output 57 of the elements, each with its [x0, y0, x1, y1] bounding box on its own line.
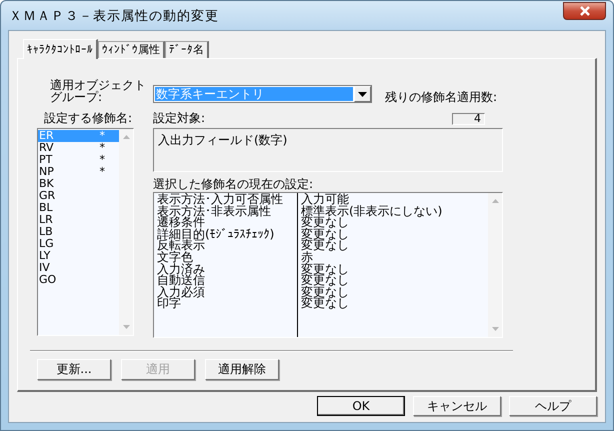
setting-name: 遷移条件	[157, 217, 206, 229]
tab[interactable]: ｷｬﾗｸﾀｺﾝﾄﾛｰﾙ	[23, 39, 98, 59]
window-title: ＸＭＡＰ３－表示属性の動的変更	[8, 8, 219, 24]
list-item[interactable]: RV *	[38, 142, 119, 154]
setting-value: 変更なし	[301, 264, 350, 276]
target-label: 設定対象:	[153, 110, 206, 127]
list-item[interactable]: GR	[38, 190, 119, 202]
scroll-down-icon	[122, 325, 130, 329]
setting-value: 変更なし	[301, 240, 350, 252]
dialog-button[interactable]: OK	[317, 396, 405, 416]
setting-name: 詳細目的(ﾓｼﾞｭﾗｽﾁｪｯｸ)	[157, 228, 276, 240]
scroll-up-icon	[122, 135, 130, 139]
setting-name: 印字	[157, 298, 181, 310]
setting-value: 変更なし	[301, 217, 350, 229]
remaining-label: 残りの修飾名適用数:	[385, 91, 498, 103]
list-item[interactable]: LG	[38, 238, 119, 250]
action-button[interactable]: 適用解除	[205, 359, 279, 380]
close-icon	[578, 6, 590, 16]
dialog-button[interactable]: ヘルプ	[509, 396, 597, 416]
setting-name: 反転表示	[157, 240, 206, 252]
setting-value: 入力可能	[301, 194, 350, 206]
modifiers-label: 設定する修飾名:	[43, 110, 134, 127]
target-value: 入出力フィールド(数字)	[158, 133, 288, 147]
list-item[interactable]: BK	[38, 178, 119, 190]
setting-name: 自動送信	[157, 275, 206, 287]
setting-value: 変更なし	[301, 298, 350, 310]
setting-name: 入力済み	[157, 264, 206, 276]
tab[interactable]: ｳｨﾝﾄﾞｳ属性	[98, 41, 165, 58]
list-item[interactable]: PT *	[38, 154, 119, 166]
action-button[interactable]: 更新...	[37, 359, 111, 380]
setting-value: 標準表示(非表示にしない)	[301, 206, 444, 218]
setting-name: 表示方法･非表示属性	[157, 206, 271, 218]
settings-label: 選択した修飾名の現在の設定:	[153, 178, 314, 190]
dropdown-arrow-icon	[358, 92, 367, 96]
list-item[interactable]: LY	[38, 250, 119, 262]
setting-name: 文字色	[157, 252, 193, 264]
setting-value: 変更なし	[301, 228, 350, 240]
setting-value: 変更なし	[301, 286, 350, 298]
close-button[interactable]	[563, 2, 606, 20]
list-item[interactable]: NP *	[38, 166, 119, 178]
dialog-button[interactable]: キャンセル	[413, 396, 501, 416]
tab[interactable]: ﾃﾞｰﾀ名	[165, 41, 209, 58]
list-item[interactable]: GO	[38, 274, 119, 286]
setting-value: 赤	[301, 252, 314, 264]
remaining-count: 4	[452, 113, 485, 125]
setting-name: 表示方法･入力可否属性	[157, 194, 284, 206]
list-item[interactable]: BL	[38, 202, 119, 214]
list-item[interactable]: IV	[38, 262, 119, 274]
scroll-down-icon	[492, 327, 498, 331]
list-item[interactable]: LR	[38, 214, 119, 226]
setting-value: 変更なし	[301, 275, 350, 287]
scrollbar[interactable]	[119, 129, 133, 335]
group-label: 適用オブジェクトグループ:	[49, 79, 147, 103]
scroll-up-icon	[492, 199, 498, 203]
list-item[interactable]: LB	[38, 226, 119, 238]
setting-name: 入力必須	[157, 286, 206, 298]
scrollbar[interactable]	[488, 193, 502, 337]
